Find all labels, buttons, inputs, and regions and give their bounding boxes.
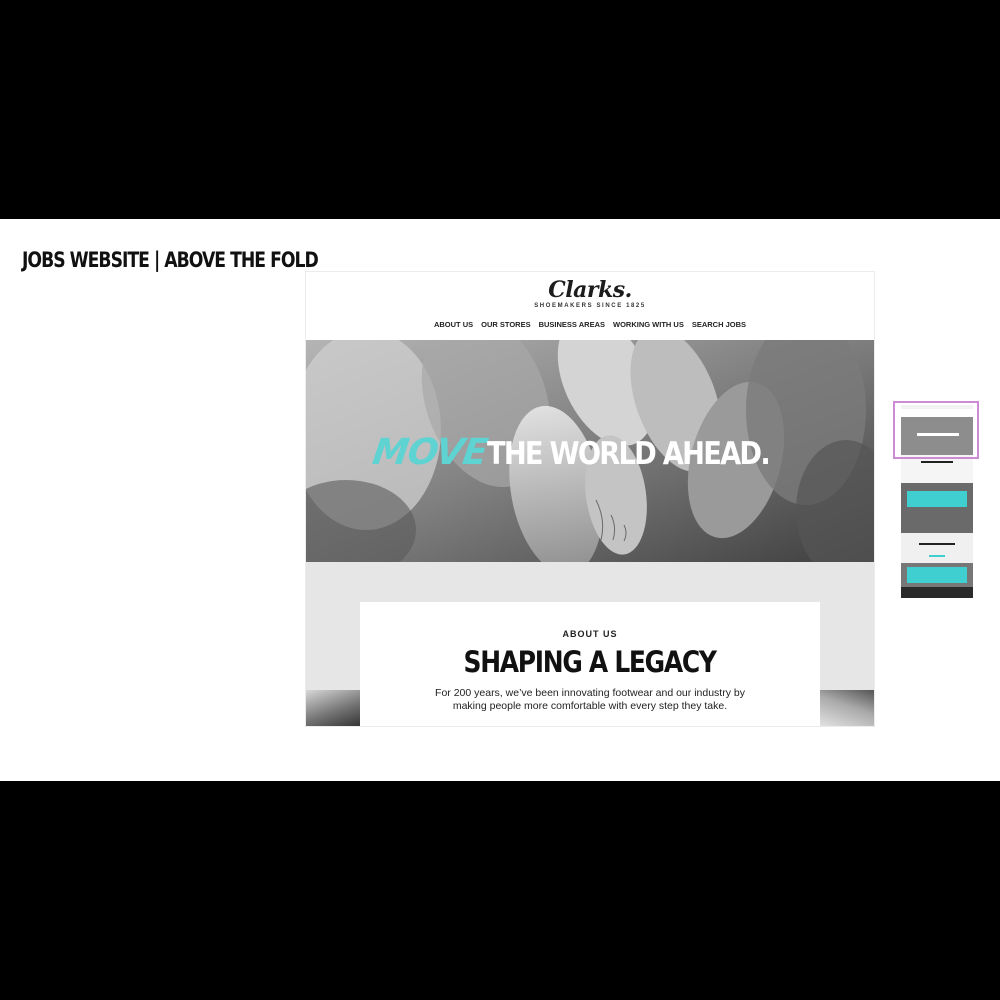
thumbnail-footer bbox=[901, 587, 973, 598]
thumbnail-section-3 bbox=[901, 533, 973, 563]
thumbnail-cyan-block-2 bbox=[907, 567, 967, 583]
clarks-logo[interactable]: Clarks. bbox=[306, 277, 874, 303]
hero-headline-main: THE WORLD AHEAD. bbox=[486, 436, 771, 472]
thumbnail-heading-line bbox=[921, 461, 953, 463]
nav-working-with-us[interactable]: WORKING WITH US bbox=[613, 320, 684, 329]
about-card: ABOUT US SHAPING A LEGACY For 200 years,… bbox=[360, 602, 820, 726]
about-heading: SHAPING A LEGACY bbox=[463, 645, 717, 679]
about-section: ABOUT US SHAPING A LEGACY For 200 years,… bbox=[306, 562, 874, 726]
slide-title: JOBS WEBSITE | ABOVE THE FOLD bbox=[22, 248, 319, 272]
about-eyebrow: ABOUT US bbox=[562, 629, 618, 639]
portrait-photo-left bbox=[306, 690, 362, 726]
nav-our-stores[interactable]: OUR STORES bbox=[481, 320, 530, 329]
main-nav: ABOUT US OUR STORES BUSINESS AREAS WORKI… bbox=[306, 320, 874, 329]
about-body: For 200 years, we’ve been innovating foo… bbox=[435, 687, 745, 712]
thumbnail-about bbox=[901, 455, 973, 483]
hero-headline: MOVETHE WORLD AHEAD. bbox=[306, 432, 874, 473]
hero-headline-accent: MOVE bbox=[370, 432, 490, 473]
website-mockup: Clarks. SHOEMAKERS SINCE 1825 ABOUT US O… bbox=[306, 272, 874, 726]
thumbnail-heading-line-2 bbox=[919, 543, 955, 545]
hero-banner: MOVETHE WORLD AHEAD. bbox=[306, 340, 874, 562]
thumbnail-button bbox=[929, 555, 945, 557]
nav-business-areas[interactable]: BUSINESS AREAS bbox=[539, 320, 605, 329]
logo-tagline: SHOEMAKERS SINCE 1825 bbox=[534, 303, 646, 309]
nav-about-us[interactable]: ABOUT US bbox=[434, 320, 473, 329]
thumbnail-cyan-block-1 bbox=[907, 491, 967, 507]
site-header: Clarks. SHOEMAKERS SINCE 1825 ABOUT US O… bbox=[306, 272, 874, 340]
portrait-photo-right bbox=[818, 690, 874, 726]
nav-search-jobs[interactable]: SEARCH JOBS bbox=[692, 320, 746, 329]
thumbnail-current-view-frame[interactable] bbox=[893, 401, 979, 459]
presentation-slide: JOBS WEBSITE | ABOVE THE FOLD Clarks. SH… bbox=[0, 219, 1000, 781]
